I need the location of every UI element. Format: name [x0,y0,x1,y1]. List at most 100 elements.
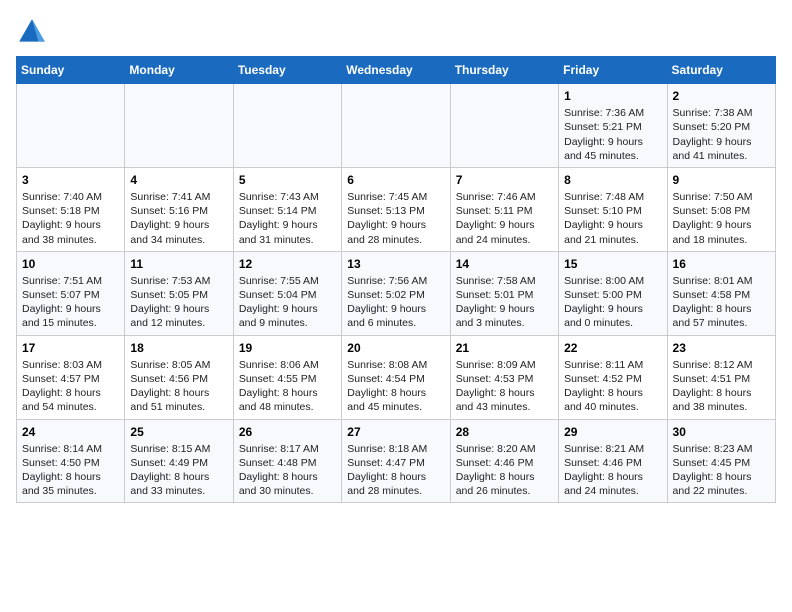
day-cell: 21 Sunrise: 8:09 AMSunset: 4:53 PMDayligh… [450,335,558,419]
day-info: Sunrise: 7:48 AMSunset: 5:10 PMDaylight:… [564,190,661,247]
day-cell: 24 Sunrise: 8:14 AMSunset: 4:50 PMDayligh… [17,419,125,503]
week-row-4: 17 Sunrise: 8:03 AMSunset: 4:57 PMDayligh… [17,335,776,419]
col-header-thursday: Thursday [450,57,558,84]
day-cell: 6Sunrise: 7:45 AMSunset: 5:13 PMDaylight… [342,167,450,251]
day-cell: 14 Sunrise: 7:58 AMSunset: 5:01 PMDayligh… [450,251,558,335]
day-cell: 8 Sunrise: 7:48 AMSunset: 5:10 PMDaylight… [559,167,667,251]
col-header-saturday: Saturday [667,57,775,84]
day-info: Sunrise: 8:15 AMSunset: 4:49 PMDaylight:… [130,442,227,499]
day-info: Sunrise: 8:03 AMSunset: 4:57 PMDaylight:… [22,358,119,415]
day-number: 16 [673,256,770,272]
day-number: 28 [456,424,553,440]
day-cell: 7 Sunrise: 7:46 AMSunset: 5:11 PMDaylight… [450,167,558,251]
day-info: Sunrise: 7:46 AMSunset: 5:11 PMDaylight:… [456,190,553,247]
column-headers: SundayMondayTuesdayWednesdayThursdayFrid… [17,57,776,84]
header [16,16,776,48]
day-info: Sunrise: 8:17 AMSunset: 4:48 PMDaylight:… [239,442,336,499]
day-cell: 13 Sunrise: 7:56 AMSunset: 5:02 PMDayligh… [342,251,450,335]
day-info: Sunrise: 7:51 AMSunset: 5:07 PMDaylight:… [22,274,119,331]
day-number: 3 [22,172,119,188]
day-cell: 10 Sunrise: 7:51 AMSunset: 5:07 PMDayligh… [17,251,125,335]
day-number: 4 [130,172,227,188]
day-number: 10 [22,256,119,272]
day-cell: 2 Sunrise: 7:38 AMSunset: 5:20 PMDaylight… [667,84,775,168]
day-info: Sunrise: 8:00 AMSunset: 5:00 PMDaylight:… [564,274,661,331]
day-number: 14 [456,256,553,272]
day-info: Sunrise: 7:50 AMSunset: 5:08 PMDaylight:… [673,190,770,247]
logo-icon [16,16,48,48]
day-info: Sunrise: 7:36 AMSunset: 5:21 PMDaylight:… [564,106,661,163]
day-number: 2 [673,88,770,104]
day-number: 8 [564,172,661,188]
day-info: Sunrise: 7:56 AMSunset: 5:02 PMDaylight:… [347,274,444,331]
day-cell: 15 Sunrise: 8:00 AMSunset: 5:00 PMDayligh… [559,251,667,335]
day-cell: 27Sunrise: 8:18 AMSunset: 4:47 PMDayligh… [342,419,450,503]
day-cell [450,84,558,168]
day-number: 19 [239,340,336,356]
day-number: 9 [673,172,770,188]
week-row-2: 3 Sunrise: 7:40 AMSunset: 5:18 PMDaylight… [17,167,776,251]
day-cell: 25 Sunrise: 8:15 AMSunset: 4:49 PMDayligh… [125,419,233,503]
day-number: 17 [22,340,119,356]
day-cell: 17 Sunrise: 8:03 AMSunset: 4:57 PMDayligh… [17,335,125,419]
col-header-monday: Monday [125,57,233,84]
day-number: 11 [130,256,227,272]
week-row-1: 1 Sunrise: 7:36 AMSunset: 5:21 PMDaylight… [17,84,776,168]
week-row-5: 24 Sunrise: 8:14 AMSunset: 4:50 PMDayligh… [17,419,776,503]
day-cell: 3 Sunrise: 7:40 AMSunset: 5:18 PMDaylight… [17,167,125,251]
day-number: 22 [564,340,661,356]
day-info: Sunrise: 7:41 AMSunset: 5:16 PMDaylight:… [130,190,227,247]
day-number: 15 [564,256,661,272]
day-cell: 12Sunrise: 7:55 AMSunset: 5:04 PMDayligh… [233,251,341,335]
day-info: Sunrise: 7:53 AMSunset: 5:05 PMDaylight:… [130,274,227,331]
day-info: Sunrise: 8:11 AMSunset: 4:52 PMDaylight:… [564,358,661,415]
day-info: Sunrise: 7:58 AMSunset: 5:01 PMDaylight:… [456,274,553,331]
day-cell: 1 Sunrise: 7:36 AMSunset: 5:21 PMDaylight… [559,84,667,168]
day-cell: 9 Sunrise: 7:50 AMSunset: 5:08 PMDaylight… [667,167,775,251]
day-cell: 4 Sunrise: 7:41 AMSunset: 5:16 PMDaylight… [125,167,233,251]
day-info: Sunrise: 8:18 AMSunset: 4:47 PMDaylight:… [347,442,444,499]
day-number: 24 [22,424,119,440]
day-number: 18 [130,340,227,356]
day-number: 7 [456,172,553,188]
day-info: Sunrise: 8:21 AMSunset: 4:46 PMDaylight:… [564,442,661,499]
day-info: Sunrise: 8:09 AMSunset: 4:53 PMDaylight:… [456,358,553,415]
logo [16,16,52,48]
day-number: 25 [130,424,227,440]
day-cell: 16Sunrise: 8:01 AMSunset: 4:58 PMDayligh… [667,251,775,335]
day-cell [342,84,450,168]
day-cell [125,84,233,168]
day-cell: 22 Sunrise: 8:11 AMSunset: 4:52 PMDayligh… [559,335,667,419]
day-info: Sunrise: 7:40 AMSunset: 5:18 PMDaylight:… [22,190,119,247]
col-header-sunday: Sunday [17,57,125,84]
day-number: 21 [456,340,553,356]
day-info: Sunrise: 7:38 AMSunset: 5:20 PMDaylight:… [673,106,770,163]
week-row-3: 10 Sunrise: 7:51 AMSunset: 5:07 PMDayligh… [17,251,776,335]
col-header-tuesday: Tuesday [233,57,341,84]
day-info: Sunrise: 8:05 AMSunset: 4:56 PMDaylight:… [130,358,227,415]
day-cell: 23 Sunrise: 8:12 AMSunset: 4:51 PMDayligh… [667,335,775,419]
day-info: Sunrise: 7:43 AMSunset: 5:14 PMDaylight:… [239,190,336,247]
col-header-wednesday: Wednesday [342,57,450,84]
day-number: 6 [347,172,444,188]
calendar-table: SundayMondayTuesdayWednesdayThursdayFrid… [16,56,776,503]
day-info: Sunrise: 8:08 AMSunset: 4:54 PMDaylight:… [347,358,444,415]
day-number: 20 [347,340,444,356]
day-info: Sunrise: 7:55 AMSunset: 5:04 PMDaylight:… [239,274,336,331]
day-cell: 5 Sunrise: 7:43 AMSunset: 5:14 PMDaylight… [233,167,341,251]
day-number: 23 [673,340,770,356]
day-number: 1 [564,88,661,104]
day-info: Sunrise: 8:12 AMSunset: 4:51 PMDaylight:… [673,358,770,415]
day-number: 5 [239,172,336,188]
day-info: Sunrise: 8:20 AMSunset: 4:46 PMDaylight:… [456,442,553,499]
day-number: 13 [347,256,444,272]
day-info: Sunrise: 8:06 AMSunset: 4:55 PMDaylight:… [239,358,336,415]
day-number: 30 [673,424,770,440]
day-info: Sunrise: 8:14 AMSunset: 4:50 PMDaylight:… [22,442,119,499]
day-cell: 29Sunrise: 8:21 AMSunset: 4:46 PMDayligh… [559,419,667,503]
day-cell: 30Sunrise: 8:23 AMSunset: 4:45 PMDayligh… [667,419,775,503]
col-header-friday: Friday [559,57,667,84]
day-cell: 18 Sunrise: 8:05 AMSunset: 4:56 PMDayligh… [125,335,233,419]
day-cell: 19 Sunrise: 8:06 AMSunset: 4:55 PMDayligh… [233,335,341,419]
day-number: 26 [239,424,336,440]
